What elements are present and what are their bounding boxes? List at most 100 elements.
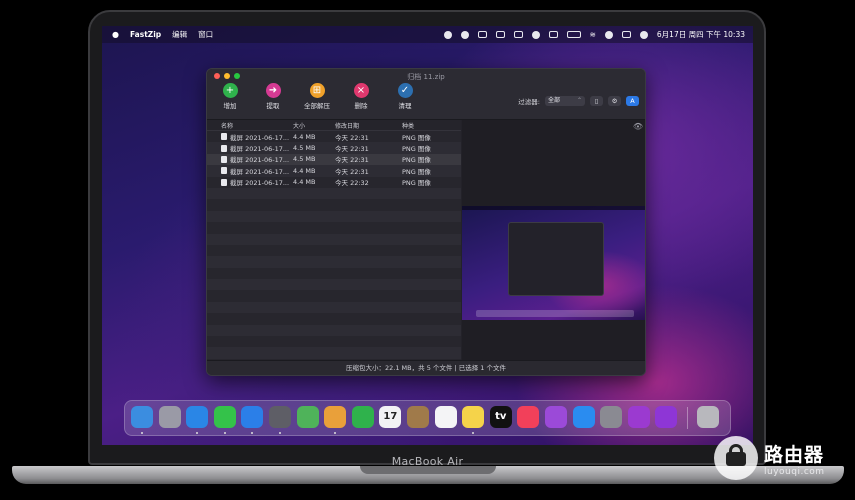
file-kind: PNG 图像 bbox=[402, 167, 431, 176]
filter-label: 过滤器: bbox=[518, 98, 540, 106]
file-size: 4.5 MB bbox=[293, 144, 316, 153]
watermark-title: 路由器 bbox=[764, 443, 825, 466]
sidebar-toggle-icon[interactable]: ▯ bbox=[590, 96, 603, 106]
tv-icon[interactable]: tv bbox=[489, 406, 512, 428]
file-name: 截屏 2021-06-17... bbox=[230, 145, 290, 154]
dock: 17 tv bbox=[124, 400, 731, 436]
messages-icon[interactable] bbox=[213, 406, 236, 428]
facetime-icon[interactable] bbox=[351, 406, 374, 428]
file-row[interactable]: 截屏 2021-06-17... 4.4 MB 今天 22:31 PNG 图像 bbox=[207, 131, 461, 143]
menu-datetime[interactable]: 6月17日 周四 下午 10:33 bbox=[657, 29, 745, 40]
status-icon-layers[interactable] bbox=[531, 30, 540, 39]
empty-row bbox=[207, 336, 461, 348]
file-size: 4.4 MB bbox=[293, 178, 316, 187]
filter-select[interactable]: 全部 bbox=[545, 96, 585, 106]
extract-button[interactable]: ➜ 提取 bbox=[251, 83, 295, 110]
menu-bar: ● FastZip 编辑 窗口 ≋ 6月17日 周四 下午 10:33 bbox=[102, 26, 753, 43]
app-store-icon[interactable]: A bbox=[626, 96, 639, 106]
column-kind[interactable]: 种类 bbox=[402, 121, 461, 130]
system-preferences-icon[interactable] bbox=[600, 406, 623, 428]
file-kind: PNG 图像 bbox=[402, 133, 431, 142]
status-icon-w[interactable] bbox=[477, 31, 487, 38]
window-title: 归档 11.zip bbox=[407, 73, 445, 81]
finder-icon[interactable] bbox=[131, 406, 153, 428]
siri-icon[interactable] bbox=[639, 30, 648, 39]
empty-row bbox=[207, 267, 461, 280]
photos-icon[interactable] bbox=[324, 406, 347, 428]
file-row[interactable]: 截屏 2021-06-17... 4.4 MB 今天 22:32 PNG 图像 bbox=[207, 176, 461, 188]
menu-window[interactable]: 窗口 bbox=[198, 29, 213, 40]
menu-app-name[interactable]: FastZip bbox=[130, 30, 161, 39]
column-name[interactable]: 名称 bbox=[207, 121, 293, 130]
clean-icon: ✓ bbox=[397, 83, 413, 98]
file-row[interactable]: 截屏 2021-06-17... 4.5 MB 今天 22:31 PNG 图像 bbox=[207, 153, 461, 166]
dock-separator bbox=[687, 407, 688, 429]
file-modified: 今天 22:31 bbox=[335, 145, 369, 154]
battery-icon[interactable] bbox=[566, 31, 581, 38]
extract-all-icon: ⊞ bbox=[309, 83, 325, 98]
window-toolbar: 归档 11.zip + 增加 ➜ 提取 ⊞ 全部解压 × 删除 ✓ 清理 过滤器… bbox=[207, 69, 645, 120]
column-modified[interactable]: 修改日期 bbox=[335, 121, 402, 130]
column-size[interactable]: 大小 bbox=[293, 121, 335, 130]
control-center-icon[interactable] bbox=[621, 31, 631, 38]
delete-label: 删除 bbox=[354, 102, 368, 110]
file-icon bbox=[221, 144, 227, 152]
apple-menu-icon[interactable]: ● bbox=[112, 30, 119, 39]
delete-button[interactable]: × 删除 bbox=[339, 83, 383, 110]
file-list: 名称 大小 修改日期 种类 截屏 2021-06-17... 4.4 MB 今天 2… bbox=[207, 120, 461, 362]
file-modified: 今天 22:31 bbox=[335, 133, 369, 142]
app-store-icon[interactable] bbox=[572, 406, 595, 428]
empty-row bbox=[207, 313, 461, 325]
status-icon-face[interactable] bbox=[460, 30, 469, 39]
router-logo-icon bbox=[714, 436, 758, 480]
extract-all-label: 全部解压 bbox=[304, 102, 330, 110]
empty-row bbox=[207, 233, 461, 245]
safari-icon[interactable] bbox=[186, 406, 209, 428]
calendar-icon[interactable]: 17 bbox=[379, 406, 402, 428]
maps-icon[interactable] bbox=[296, 406, 319, 428]
file-icon bbox=[221, 133, 227, 141]
file-size: 4.4 MB bbox=[293, 166, 316, 175]
add-button[interactable]: + 增加 bbox=[208, 83, 252, 110]
notes-icon[interactable] bbox=[462, 406, 485, 428]
extract-all-button[interactable]: ⊞ 全部解压 bbox=[295, 83, 339, 110]
feedback-icon[interactable] bbox=[627, 406, 650, 428]
empty-row bbox=[207, 324, 461, 337]
screenshot-icon[interactable] bbox=[269, 406, 291, 428]
file-kind: PNG 图像 bbox=[402, 179, 431, 188]
gear-icon[interactable]: ⚙ bbox=[608, 96, 621, 106]
trash-icon[interactable] bbox=[697, 406, 719, 428]
status-icon-b[interactable] bbox=[495, 31, 505, 38]
status-icon-a[interactable] bbox=[548, 31, 558, 38]
file-size: 4.5 MB bbox=[293, 155, 316, 164]
file-name: 截屏 2021-06-17... bbox=[230, 133, 290, 142]
podcasts-icon[interactable] bbox=[545, 406, 567, 428]
eye-icon[interactable]: 👁 bbox=[633, 122, 643, 131]
running-indicator bbox=[334, 432, 337, 434]
file-size: 4.4 MB bbox=[293, 132, 316, 141]
file-name: 截屏 2021-06-17... bbox=[230, 156, 290, 165]
launchpad-icon[interactable] bbox=[158, 406, 181, 428]
status-icon-grid[interactable] bbox=[513, 31, 523, 38]
running-indicator bbox=[279, 432, 281, 434]
fastzip-window: 归档 11.zip + 增加 ➜ 提取 ⊞ 全部解压 × 删除 ✓ 清理 过滤器… bbox=[206, 68, 646, 376]
file-row[interactable]: 截屏 2021-06-17... 4.5 MB 今天 22:31 PNG 图像 bbox=[207, 142, 461, 154]
empty-row bbox=[207, 210, 461, 223]
search-icon[interactable] bbox=[604, 30, 613, 39]
file-modified: 今天 22:31 bbox=[335, 167, 369, 176]
file-name-cell: 截屏 2021-06-17... bbox=[207, 154, 293, 164]
music-icon[interactable] bbox=[517, 406, 540, 428]
file-name-cell: 截屏 2021-06-17... bbox=[207, 177, 293, 187]
mail-icon[interactable] bbox=[241, 406, 264, 428]
status-icon-r[interactable] bbox=[443, 30, 452, 39]
menu-edit[interactable]: 编辑 bbox=[172, 29, 187, 40]
wifi-icon[interactable]: ≋ bbox=[590, 30, 596, 39]
file-modified: 今天 22:31 bbox=[335, 156, 369, 165]
reminders-icon[interactable] bbox=[434, 406, 457, 428]
file-name: 截屏 2021-06-17... bbox=[230, 179, 290, 188]
shortcuts-icon[interactable] bbox=[655, 406, 678, 428]
contacts-icon[interactable] bbox=[407, 406, 429, 428]
file-kind: PNG 图像 bbox=[402, 145, 431, 154]
file-row[interactable]: 截屏 2021-06-17... 4.4 MB 今天 22:31 PNG 图像 bbox=[207, 165, 461, 177]
clean-button[interactable]: ✓ 清理 bbox=[383, 83, 427, 110]
